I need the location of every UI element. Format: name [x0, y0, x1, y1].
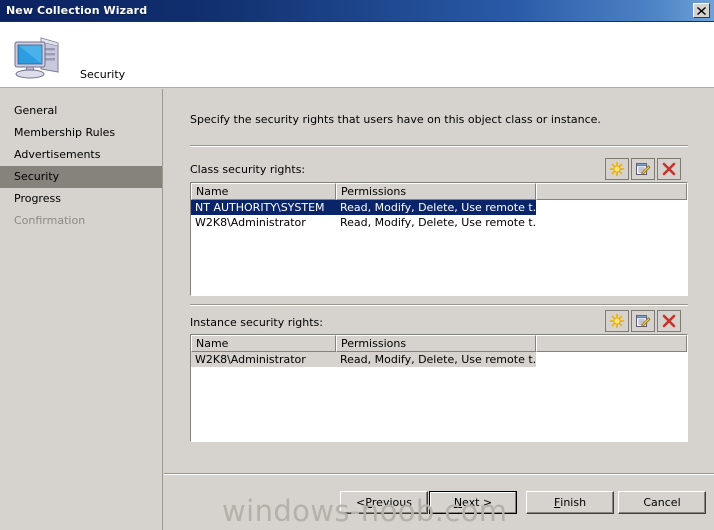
class-toolbar: [605, 158, 681, 180]
class-row-0-permissions: Read, Modify, Delete, Use remote t...: [336, 200, 536, 215]
delete-icon: [661, 313, 677, 329]
close-button[interactable]: [693, 3, 710, 18]
class-new-button[interactable]: [605, 158, 629, 180]
finish-button-suffix: inish: [560, 496, 587, 509]
description-text: Specify the security rights that users h…: [190, 113, 601, 126]
previous-button-mnemonic: P: [365, 496, 372, 509]
close-icon: [697, 6, 706, 15]
title-bar[interactable]: New Collection Wizard: [0, 0, 714, 22]
instance-properties-button[interactable]: [631, 310, 655, 332]
instance-section-separator: [190, 304, 688, 306]
instance-column-filler[interactable]: [536, 335, 687, 352]
previous-button-prefix: <: [356, 496, 366, 509]
instance-column-name[interactable]: Name: [191, 335, 336, 352]
computer-icon: [11, 30, 65, 80]
sidebar-item-membership-rules[interactable]: Membership Rules: [0, 122, 162, 144]
page-title: Security: [80, 68, 126, 81]
sidebar-item-security[interactable]: Security: [0, 166, 162, 188]
content-pane: Specify the security rights that users h…: [164, 89, 714, 474]
previous-button[interactable]: < Previous: [340, 491, 428, 514]
cancel-button[interactable]: Cancel: [618, 491, 706, 514]
instance-row-0-name: W2K8\Administrator: [191, 352, 336, 367]
instance-delete-button[interactable]: [657, 310, 681, 332]
properties-icon: [635, 161, 651, 177]
instance-column-permissions[interactable]: Permissions: [336, 335, 536, 352]
wizard-header: Security: [0, 22, 714, 88]
new-collection-wizard-window: New Collection Wizard Security General M…: [0, 0, 714, 530]
instance-new-button[interactable]: [605, 310, 629, 332]
wizard-steps-sidebar: General Membership Rules Advertisements …: [0, 89, 163, 530]
class-section-separator: [190, 145, 688, 147]
next-button-mnemonic: N: [453, 496, 463, 509]
previous-button-suffix: revious: [371, 496, 412, 509]
table-row[interactable]: NT AUTHORITY\SYSTEM Read, Modify, Delete…: [191, 200, 687, 215]
next-button[interactable]: Next >: [429, 491, 517, 514]
new-icon: [609, 313, 625, 329]
window-title: New Collection Wizard: [6, 4, 148, 17]
class-row-1-name: W2K8\Administrator: [195, 216, 306, 229]
class-column-permissions[interactable]: Permissions: [336, 183, 536, 200]
sidebar-item-general[interactable]: General: [0, 100, 162, 122]
instance-toolbar: [605, 310, 681, 332]
finish-button[interactable]: Finish: [526, 491, 614, 514]
class-security-label: Class security rights:: [190, 163, 306, 176]
instance-security-label: Instance security rights:: [190, 316, 323, 329]
class-delete-button[interactable]: [657, 158, 681, 180]
cancel-button-label: Cancel: [643, 496, 681, 509]
class-properties-button[interactable]: [631, 158, 655, 180]
properties-icon: [635, 313, 651, 329]
table-row[interactable]: W2K8\Administrator Read, Modify, Delete,…: [191, 215, 687, 230]
table-row[interactable]: W2K8\Administrator Read, Modify, Delete,…: [191, 352, 687, 367]
class-listview-header: Name Permissions: [191, 183, 687, 200]
sidebar-item-progress[interactable]: Progress: [0, 188, 162, 210]
sidebar-item-confirmation: Confirmation: [14, 214, 86, 227]
next-button-suffix: ext >: [462, 496, 493, 509]
delete-icon: [661, 161, 677, 177]
class-column-filler[interactable]: [536, 183, 687, 200]
class-column-name[interactable]: Name: [191, 183, 336, 200]
instance-security-listview[interactable]: Name Permissions W2K8\Administrator Read…: [190, 334, 688, 442]
class-row-1-permissions: Read, Modify, Delete, Use remote t...: [340, 216, 536, 229]
instance-listview-header: Name Permissions: [191, 335, 687, 352]
sidebar-item-advertisements[interactable]: Advertisements: [0, 144, 162, 166]
class-security-listview[interactable]: Name Permissions NT AUTHORITY\SYSTEM Rea…: [190, 182, 688, 296]
wizard-footer: < Previous Next > Finish Cancel: [164, 474, 714, 530]
new-icon: [609, 161, 625, 177]
instance-row-0-permissions: Read, Modify, Delete, Use remote t...: [336, 352, 536, 367]
class-row-0-name: NT AUTHORITY\SYSTEM: [191, 200, 336, 215]
